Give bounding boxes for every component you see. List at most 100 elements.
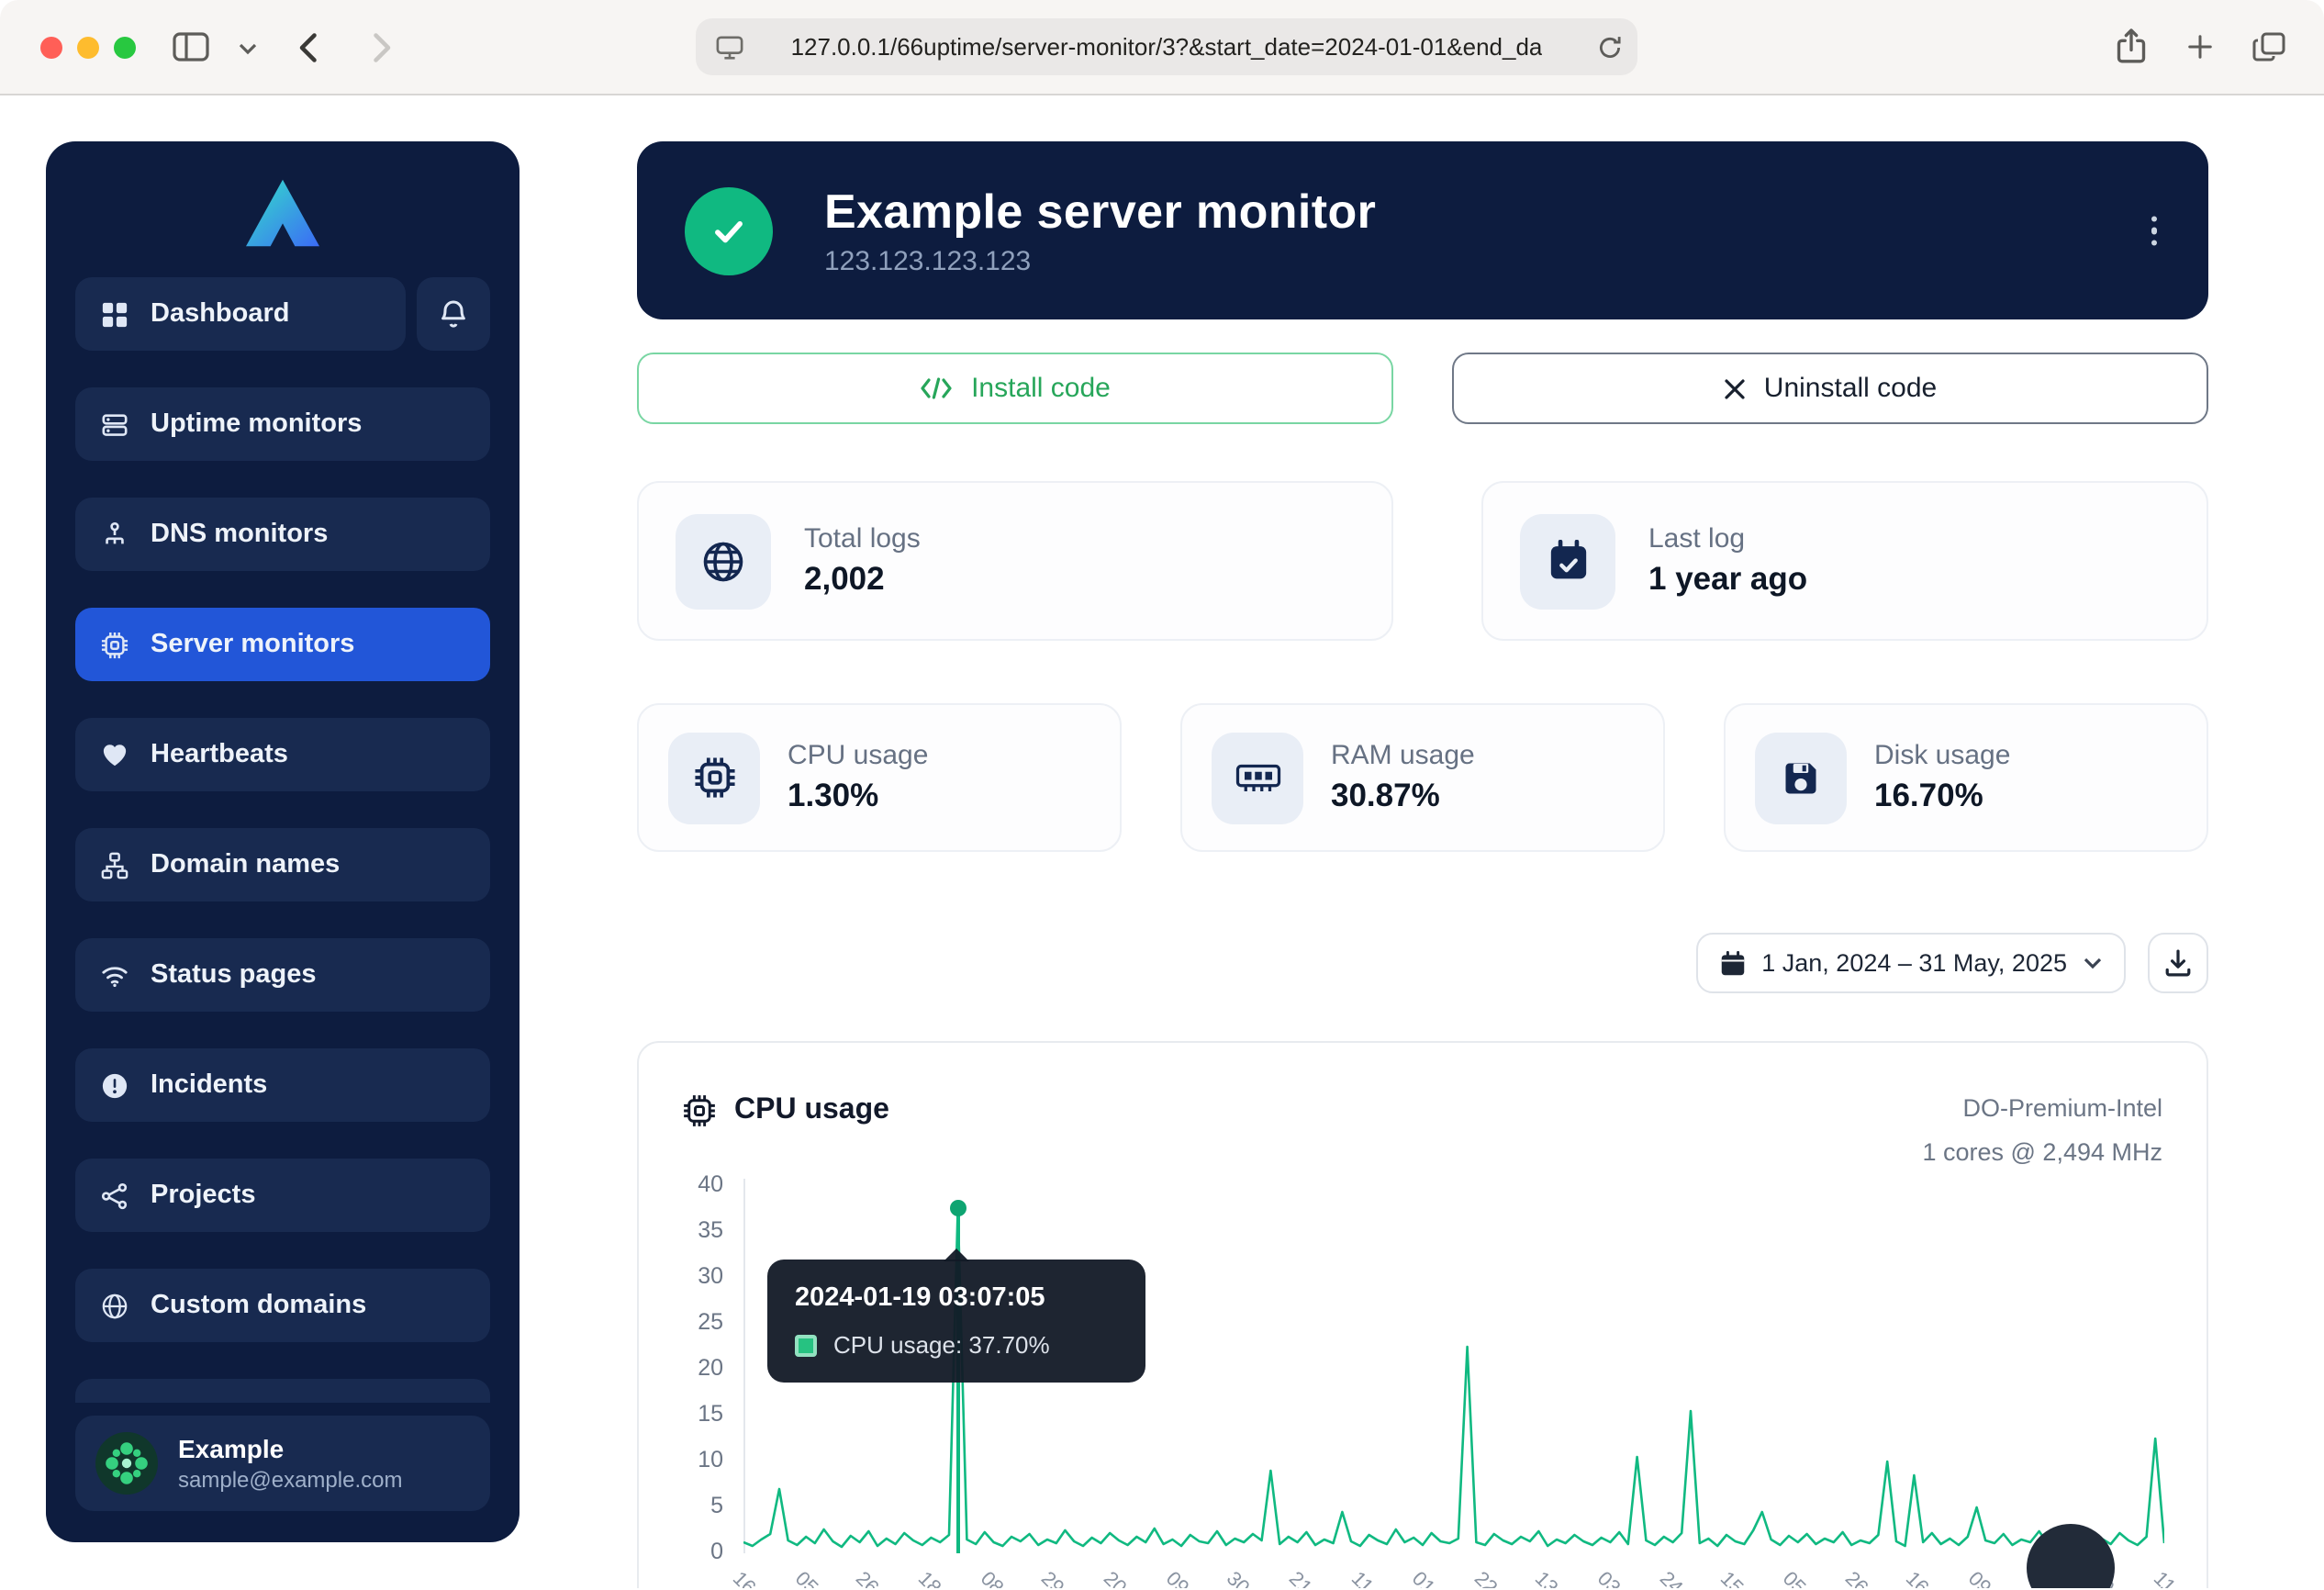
x-tick-label: 01-09 bbox=[1407, 1568, 1459, 1588]
tooltip-series-swatch bbox=[795, 1334, 817, 1356]
sidebar-item-domain-names[interactable]: Domain names bbox=[75, 828, 490, 901]
share-icon[interactable] bbox=[2115, 28, 2148, 66]
y-tick-label: 25 bbox=[654, 1309, 723, 1335]
download-button[interactable] bbox=[2148, 933, 2208, 993]
tooltip-value: CPU usage: 37.70% bbox=[833, 1331, 1050, 1359]
cpu-usage-label: CPU usage bbox=[788, 740, 928, 771]
server-monitors-cpu-icon bbox=[99, 631, 130, 658]
dashboard-grid-icon bbox=[99, 300, 130, 328]
cpu-usage-card: CPU usage 1.30% bbox=[637, 703, 1122, 852]
x-tick-label: 16-02 bbox=[1902, 1568, 1954, 1588]
sidebar-item-heartbeats[interactable]: Heartbeats bbox=[75, 718, 490, 791]
x-tick-label: 26-01 bbox=[1839, 1568, 1892, 1588]
sidebar-item-uptime-monitors[interactable]: Uptime monitors bbox=[75, 387, 490, 461]
disk-save-icon bbox=[1755, 732, 1847, 823]
x-tick-label: 05-02 bbox=[789, 1568, 842, 1588]
y-tick-label: 15 bbox=[654, 1401, 723, 1427]
custom-domains-globe-icon bbox=[99, 1292, 130, 1319]
calendar-icon bbox=[1719, 950, 1745, 976]
url-bar[interactable]: 127.0.0.1/66uptime/server-monitor/3?&sta… bbox=[696, 18, 1637, 75]
globe-icon bbox=[676, 513, 771, 609]
notifications-button[interactable] bbox=[417, 277, 490, 351]
new-tab-icon[interactable] bbox=[2186, 33, 2214, 61]
page-settings-icon[interactable] bbox=[716, 34, 743, 60]
chart-title: CPU usage bbox=[734, 1094, 889, 1127]
download-icon bbox=[2164, 949, 2192, 977]
x-tick-label: 05-01 bbox=[1778, 1568, 1830, 1588]
y-tick-label: 10 bbox=[654, 1447, 723, 1472]
sidebar-item-status-pages[interactable]: Status pages bbox=[75, 938, 490, 1012]
date-range-label: 1 Jan, 2024 – 31 May, 2025 bbox=[1761, 949, 2067, 977]
uptime-monitors-icon bbox=[99, 410, 130, 438]
code-icon bbox=[920, 376, 953, 400]
sidebar-item-incidents[interactable]: Incidents bbox=[75, 1048, 490, 1122]
url-text[interactable]: 127.0.0.1/66uptime/server-monitor/3?&sta… bbox=[791, 33, 1543, 61]
chevron-down-icon bbox=[2084, 957, 2102, 969]
kebab-menu-icon[interactable] bbox=[2140, 205, 2168, 257]
total-logs-label: Total logs bbox=[804, 523, 921, 554]
date-range-picker[interactable]: 1 Jan, 2024 – 31 May, 2025 bbox=[1695, 933, 2126, 993]
window-controls bbox=[40, 37, 136, 59]
sidebar-item-partial[interactable] bbox=[75, 1379, 490, 1403]
sidebar-toggle-icon[interactable] bbox=[173, 31, 209, 62]
x-tick-label: 16-01 bbox=[728, 1568, 780, 1588]
sidebar-item-label: Incidents bbox=[151, 1070, 267, 1100]
chevron-down-icon[interactable] bbox=[239, 42, 257, 55]
x-tick-label: 11-08 bbox=[1346, 1568, 1397, 1588]
last-log-value: 1 year ago bbox=[1648, 560, 1807, 599]
sidebar-item-label: Custom domains bbox=[151, 1291, 366, 1320]
projects-share-nodes-icon bbox=[99, 1181, 130, 1209]
status-check-icon bbox=[685, 186, 773, 274]
x-tick-label: 20-05 bbox=[1099, 1568, 1151, 1588]
sidebar-item-label: Projects bbox=[151, 1181, 255, 1210]
cpu-usage-chart-card: CPU usage DO-Premium-Intel 1 cores @ 2,4… bbox=[637, 1041, 2208, 1588]
minimize-window-button[interactable] bbox=[77, 37, 99, 59]
cpu-usage-value: 1.30% bbox=[788, 777, 928, 815]
disk-usage-label: Disk usage bbox=[1874, 740, 2010, 771]
server-specs: 1 cores @ 2,494 MHz bbox=[1922, 1132, 2162, 1177]
avatar bbox=[94, 1430, 160, 1496]
user-account-card[interactable]: Example sample@example.com bbox=[75, 1416, 490, 1511]
server-name: DO-Premium-Intel bbox=[1922, 1087, 2162, 1132]
bell-icon bbox=[439, 298, 468, 330]
y-tick-label: 35 bbox=[654, 1217, 723, 1243]
total-logs-value: 2,002 bbox=[804, 560, 921, 599]
user-email: sample@example.com bbox=[178, 1467, 402, 1493]
page-body: Dashboard Uptime monitors bbox=[0, 95, 2324, 1588]
sidebar-item-label: Uptime monitors bbox=[151, 409, 362, 439]
x-tick-label: 22-09 bbox=[1469, 1568, 1522, 1588]
sidebar-item-projects[interactable]: Projects bbox=[75, 1159, 490, 1232]
sidebar-item-label: Domain names bbox=[151, 850, 340, 879]
ram-usage-label: RAM usage bbox=[1331, 740, 1475, 771]
tab-overview-icon[interactable] bbox=[2252, 31, 2285, 62]
install-code-button[interactable]: Install code bbox=[637, 353, 1393, 424]
y-tick-label: 0 bbox=[654, 1539, 723, 1564]
sidebar-item-server-monitors[interactable]: Server monitors bbox=[75, 608, 490, 681]
reload-icon[interactable] bbox=[1597, 34, 1623, 60]
monitor-header-card: Example server monitor 123.123.123.123 bbox=[637, 141, 2208, 319]
ram-usage-card: RAM usage 30.87% bbox=[1180, 703, 1665, 852]
x-tick-label: 03-11 bbox=[1592, 1568, 1644, 1588]
sidebar-item-label: Server monitors bbox=[151, 630, 354, 659]
app-logo[interactable] bbox=[46, 141, 520, 259]
highlight-dot bbox=[950, 1199, 966, 1215]
user-name: Example bbox=[178, 1434, 402, 1463]
x-tick-label: 30-06 bbox=[1222, 1568, 1274, 1588]
dns-monitors-icon bbox=[99, 521, 130, 548]
sidebar-nav: Dashboard Uptime monitors bbox=[75, 277, 490, 1403]
close-window-button[interactable] bbox=[40, 37, 62, 59]
back-button[interactable] bbox=[294, 29, 327, 66]
sidebar-item-dns-monitors[interactable]: DNS monitors bbox=[75, 498, 490, 571]
uninstall-code-button[interactable]: Uninstall code bbox=[1452, 353, 2208, 424]
zoom-window-button[interactable] bbox=[114, 37, 136, 59]
sidebar-item-custom-domains[interactable]: Custom domains bbox=[75, 1269, 490, 1342]
sidebar-item-dashboard[interactable]: Dashboard bbox=[75, 277, 406, 351]
cpu-icon bbox=[683, 1094, 716, 1127]
forward-button[interactable] bbox=[363, 29, 397, 66]
x-tick-label: 18-03 bbox=[913, 1568, 966, 1588]
cpu-icon bbox=[668, 732, 760, 823]
x-tick-label: 11-05 bbox=[2149, 1568, 2200, 1588]
disk-usage-card: Disk usage 16.70% bbox=[1724, 703, 2208, 852]
page-title: Example server monitor bbox=[824, 184, 1376, 241]
x-tick-label: 08-04 bbox=[975, 1568, 1027, 1588]
